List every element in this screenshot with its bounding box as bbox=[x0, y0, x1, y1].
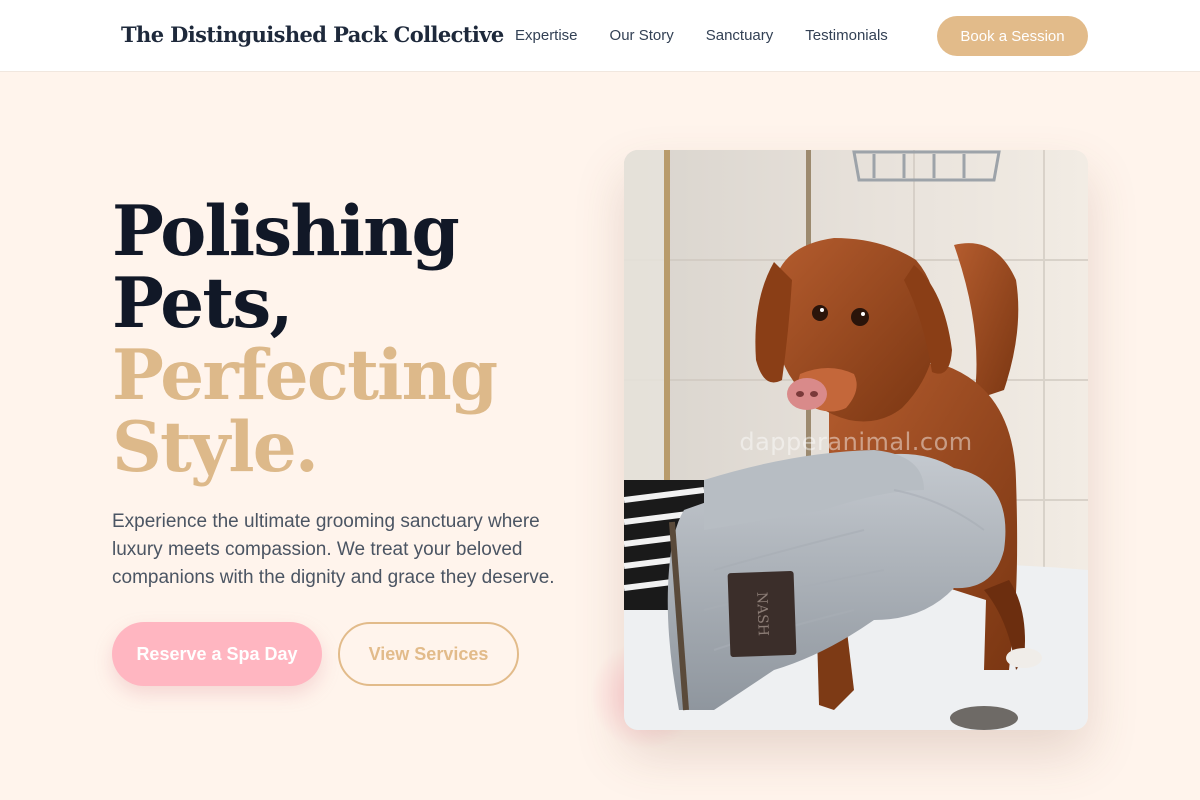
headline-line-style: Style. bbox=[112, 407, 319, 488]
headline-line-pets: Pets, bbox=[112, 263, 293, 344]
reserve-spa-day-button[interactable]: Reserve a Spa Day bbox=[112, 622, 322, 686]
headline-line-polishing: Polishing bbox=[112, 191, 460, 272]
nav-link-expertise[interactable]: Expertise bbox=[515, 27, 578, 45]
nav-link-testimonials[interactable]: Testimonials bbox=[805, 27, 888, 45]
image-watermark: dapperanimal.com bbox=[739, 428, 973, 456]
svg-text:NASH: NASH bbox=[753, 592, 771, 637]
hero-photo-dog-grooming: NASH dapperanimal.com bbox=[624, 150, 1088, 730]
site-header: The Distinguished Pack Collective Expert… bbox=[0, 0, 1200, 72]
hero-description: Experience the ultimate grooming sanctua… bbox=[112, 511, 555, 588]
nav-link-our-story[interactable]: Our Story bbox=[610, 27, 674, 45]
hero-headline: Polishing Pets, Perfecting Style. bbox=[112, 191, 498, 488]
brand-logo[interactable]: The Distinguished Pack Collective bbox=[121, 22, 504, 47]
headline-line-perfecting: Perfecting bbox=[112, 335, 498, 416]
nav-link-sanctuary[interactable]: Sanctuary bbox=[706, 27, 774, 45]
book-session-button[interactable]: Book a Session bbox=[937, 16, 1088, 56]
view-services-button[interactable]: View Services bbox=[338, 622, 519, 686]
main-nav: Expertise Our Story Sanctuary Testimonia… bbox=[515, 27, 888, 45]
